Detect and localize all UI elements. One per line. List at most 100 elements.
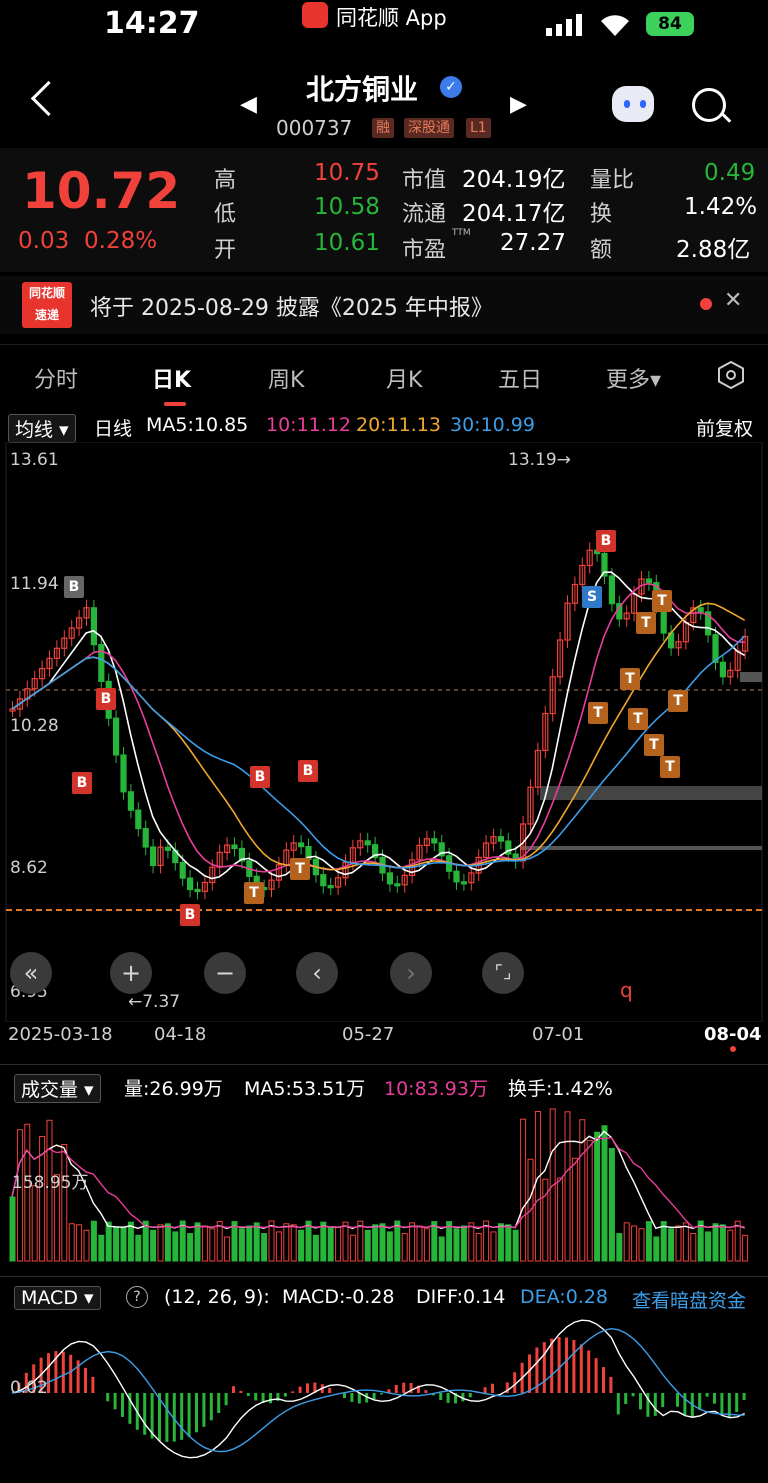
fullscreen-button[interactable]: ⌜⌟ [482, 952, 524, 994]
marker-s[interactable]: S [582, 586, 602, 608]
marker-b[interactable]: B [180, 904, 200, 926]
ma-dropdown[interactable]: 均线 ▾ [8, 414, 76, 443]
price-change: 0.03 [18, 228, 69, 254]
volume-bar [417, 1226, 422, 1261]
marker-t[interactable]: T [620, 668, 640, 690]
macd-bar [291, 1391, 294, 1393]
volume-bar [106, 1222, 111, 1261]
volume-bar [232, 1222, 237, 1261]
volume-bar [165, 1224, 170, 1261]
marker-t[interactable]: T [588, 702, 608, 724]
macd-bar [195, 1393, 198, 1432]
macd-bar [358, 1393, 361, 1403]
dark-pool-link[interactable]: 查看暗盘资金 [632, 1286, 746, 1313]
macd-bar [106, 1393, 109, 1401]
volume-dropdown[interactable]: 成交量 ▾ [14, 1074, 101, 1103]
marker-t[interactable]: T [628, 708, 648, 730]
volume-bar [299, 1230, 304, 1261]
prev-triangle-icon[interactable]: ◀ [240, 92, 257, 117]
volume-bar [654, 1237, 659, 1261]
marker-t[interactable]: T [644, 734, 664, 756]
volume-bar [595, 1132, 600, 1261]
macd-bar [69, 1355, 72, 1393]
volume-bar [276, 1232, 281, 1261]
marker-t[interactable]: T [668, 690, 688, 712]
volume-bar [461, 1226, 466, 1261]
candle-body [128, 792, 133, 810]
settings-hex-icon[interactable] [716, 360, 746, 390]
ma20-line [12, 603, 745, 869]
marker-t[interactable]: T [652, 590, 672, 612]
news-logo: 同花顺速递 [22, 282, 72, 328]
k-chart[interactable] [0, 442, 768, 1022]
candle-body [395, 884, 400, 886]
marker-b[interactable]: B [96, 688, 116, 710]
tab-daily-k[interactable]: 日K [152, 362, 191, 394]
marker-b[interactable]: B [596, 530, 616, 552]
candle-body [114, 718, 119, 755]
marker-t[interactable]: T [636, 612, 656, 634]
amount-label: 额 [590, 232, 612, 264]
robot-icon[interactable] [612, 86, 654, 122]
volume-bar [32, 1186, 37, 1261]
candle-body [328, 886, 333, 888]
ma30-value: 30:10.99 [450, 414, 535, 436]
date-label-3: 07-01 [532, 1024, 584, 1045]
next-triangle-icon[interactable]: ▶ [510, 92, 527, 117]
tab-monthly-k[interactable]: 月K [386, 362, 422, 394]
amount-value: 2.88亿 [676, 230, 750, 264]
marker-b[interactable]: B [250, 766, 270, 788]
macd-bar [395, 1385, 398, 1393]
macd-bar [114, 1393, 117, 1409]
macd-bar [617, 1393, 620, 1414]
marker-t[interactable]: T [244, 882, 264, 904]
help-icon[interactable]: ? [126, 1286, 148, 1308]
zoom-in-button[interactable]: + [110, 952, 152, 994]
high-value: 10.75 [314, 160, 380, 186]
candle-body [299, 843, 304, 847]
marker-b[interactable]: B [298, 760, 318, 782]
k-chart-canvas[interactable] [0, 442, 768, 1022]
macd-bar [269, 1393, 272, 1403]
volume-bar [247, 1226, 252, 1261]
candle-body [432, 839, 437, 843]
adjust-toggle[interactable]: 前复权 [696, 414, 753, 441]
scroll-left-button[interactable]: ‹ [296, 952, 338, 994]
candle-body [136, 810, 141, 828]
marker-b-gray[interactable]: B [64, 576, 84, 598]
volume-bar [469, 1223, 474, 1261]
chart-frame [6, 442, 762, 1022]
macd-dropdown[interactable]: MACD ▾ [14, 1286, 101, 1310]
date-label-2: 05-27 [342, 1024, 394, 1045]
close-icon[interactable]: ✕ [724, 288, 742, 313]
macd-bar [609, 1377, 612, 1393]
search-icon[interactable] [692, 88, 726, 122]
marker-t[interactable]: T [290, 858, 310, 880]
volume-bar [91, 1221, 96, 1261]
volume-bar [262, 1234, 267, 1261]
tab-weekly-k[interactable]: 周K [268, 362, 304, 394]
tab-intraday[interactable]: 分时 [34, 362, 78, 394]
macd-value: MACD:-0.28 [282, 1286, 395, 1308]
tag-sz-connect: 深股通 [404, 118, 454, 138]
news-text[interactable]: 将于 2025-08-29 披露《2025 年中报》 [90, 290, 493, 322]
y-label-2: 11.94 [10, 574, 59, 594]
volume-bar [498, 1224, 503, 1261]
volume-bar [728, 1230, 733, 1261]
marker-b[interactable]: B [72, 772, 92, 794]
marker-t[interactable]: T [660, 756, 680, 778]
rewind-button[interactable]: « [10, 952, 52, 994]
pe-label: 市盈 [402, 232, 446, 264]
dea-value: DEA:0.28 [520, 1286, 608, 1308]
macd-bar [328, 1388, 331, 1393]
volume-bar [609, 1149, 614, 1261]
robot-eye [624, 100, 630, 108]
mcap-value: 204.19亿 [462, 160, 565, 194]
tab-five-day[interactable]: 五日 [498, 362, 542, 394]
zoom-out-button[interactable]: − [204, 952, 246, 994]
macd-bar [639, 1393, 642, 1409]
tab-more[interactable]: 更多▾ [606, 362, 661, 394]
stock-code: 000737 [276, 116, 352, 140]
volume-bar [587, 1140, 592, 1261]
scroll-right-button[interactable]: › [390, 952, 432, 994]
